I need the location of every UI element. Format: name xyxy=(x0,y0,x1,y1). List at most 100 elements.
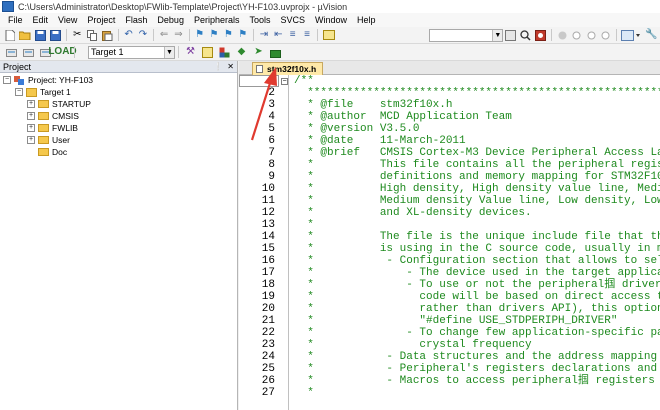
code-line[interactable]: 18 * - To use or not the peripheral掴 dri… xyxy=(239,279,660,291)
menu-flash[interactable]: Flash xyxy=(120,15,152,25)
breakpoint-kill-icon[interactable] xyxy=(586,29,596,41)
translate-icon[interactable] xyxy=(5,46,18,58)
code-line[interactable]: 23 * crystal frequency xyxy=(239,339,660,351)
chevron-down-icon[interactable]: ▼ xyxy=(164,46,174,58)
code-line[interactable]: 21 * "#define USE_STDPERIPH_DRIVER" xyxy=(239,315,660,327)
breakpoint-disable-icon[interactable] xyxy=(571,29,581,41)
line-number: 19 xyxy=(261,291,275,303)
window-layout-icon[interactable] xyxy=(621,29,641,41)
code-editor[interactable]: − 1/** 2 ********************************… xyxy=(239,75,660,410)
code-line[interactable]: 20 * rather than drivers API), this opti… xyxy=(239,303,660,315)
code-line[interactable]: 16 * - Configuration section that allows… xyxy=(239,255,660,267)
tree-group-fwlib[interactable]: + FWLIB xyxy=(27,122,78,134)
menu-help[interactable]: Help xyxy=(352,15,381,25)
pack-icon[interactable] xyxy=(269,46,282,58)
breakpoint-icon[interactable] xyxy=(557,29,567,41)
expand-icon[interactable]: + xyxy=(27,124,35,132)
code-line[interactable]: 19 * code will be based on direct access… xyxy=(239,291,660,303)
code-line[interactable]: 2 **************************************… xyxy=(239,87,660,99)
expand-icon[interactable]: + xyxy=(27,112,35,120)
manage-packs-icon[interactable] xyxy=(218,46,231,58)
download-icon[interactable]: LOAD xyxy=(48,46,76,58)
menu-view[interactable]: View xyxy=(53,15,82,25)
tab-stm32f10x-h[interactable]: stm32f10x.h xyxy=(252,62,323,75)
code-line[interactable]: 27 * xyxy=(239,387,660,399)
chevron-down-icon[interactable]: ▼ xyxy=(492,29,503,41)
uncomment-icon[interactable]: ≡ xyxy=(302,29,312,41)
redo-icon[interactable]: ↷ xyxy=(138,29,148,41)
search-icon[interactable] xyxy=(520,29,531,41)
expand-icon[interactable]: + xyxy=(27,100,35,108)
build-icon[interactable] xyxy=(22,46,35,58)
collapse-icon[interactable]: − xyxy=(3,76,11,84)
code-line[interactable]: 3 * @file stm32f10x.h xyxy=(239,99,660,111)
run-time-env-icon[interactable]: ◆ xyxy=(235,46,248,58)
debug-icon[interactable] xyxy=(535,29,547,41)
line-number: 2 xyxy=(268,87,275,99)
menu-debug[interactable]: Debug xyxy=(152,15,189,25)
code-line[interactable]: 4 * @author MCD Application Team xyxy=(239,111,660,123)
tree-group-cmsis[interactable]: + CMSIS xyxy=(27,110,79,122)
paste-icon[interactable] xyxy=(101,29,113,41)
code-line[interactable]: 5 * @version V3.5.0 xyxy=(239,123,660,135)
code-line[interactable]: 24 * - Data structures and the address m… xyxy=(239,351,660,363)
find-icon[interactable] xyxy=(505,29,517,41)
target-select[interactable]: Target 1 ▼ xyxy=(88,45,175,59)
open-icon[interactable] xyxy=(19,29,31,41)
unindent-icon[interactable]: ⇤ xyxy=(273,29,283,41)
comment-icon[interactable]: ≡ xyxy=(287,29,297,41)
menu-edit[interactable]: Edit xyxy=(28,15,54,25)
code-line[interactable]: 25 * - Peripheral's registers declaratio… xyxy=(239,363,660,375)
close-icon[interactable]: ✕ xyxy=(227,62,234,71)
line-number: 9 xyxy=(268,171,275,183)
tree-group-user[interactable]: + User xyxy=(27,134,70,146)
indent-icon[interactable]: ⇥ xyxy=(259,29,269,41)
pin-icon[interactable]: ❕ xyxy=(213,62,223,71)
expand-icon[interactable]: + xyxy=(27,136,35,144)
find-in-files-icon[interactable] xyxy=(323,29,336,41)
menu-file[interactable]: File xyxy=(3,15,28,25)
tree-group-startup[interactable]: + STARTUP xyxy=(27,98,91,110)
code-line[interactable]: 1 /** xyxy=(239,75,660,87)
find-combo[interactable]: ▼ xyxy=(429,28,504,42)
menu-svcs[interactable]: SVCS xyxy=(276,15,311,25)
copy-icon[interactable] xyxy=(86,29,98,41)
nav-forward-icon[interactable]: ⇒ xyxy=(173,29,183,41)
file-extensions-icon[interactable] xyxy=(201,46,214,58)
bookmark-icon[interactable]: ⚑ xyxy=(194,29,204,41)
save-icon[interactable] xyxy=(35,29,47,41)
code-line[interactable]: 11 * Medium density Value line, Low dens… xyxy=(239,195,660,207)
cut-icon[interactable]: ✂ xyxy=(72,29,82,41)
collapse-icon[interactable]: − xyxy=(15,88,23,96)
save-all-icon[interactable] xyxy=(50,29,62,41)
bookmark-clear-icon[interactable]: ⚑ xyxy=(238,29,248,41)
code-line[interactable]: 15 * is using in the C source code, usua… xyxy=(239,243,660,255)
code-line[interactable]: 7 * @brief CMSIS Cortex-M3 Device Periph… xyxy=(239,147,660,159)
target-options-icon[interactable]: ⚒ xyxy=(184,46,197,58)
menu-tools[interactable]: Tools xyxy=(244,15,275,25)
code-line[interactable]: 6 * @date 11-March-2011 xyxy=(239,135,660,147)
code-line[interactable]: 9 * definitions and memory mapping for S… xyxy=(239,171,660,183)
pack-installer-icon[interactable]: ➤ xyxy=(252,46,265,58)
menu-window[interactable]: Window xyxy=(310,15,352,25)
breakpoint-kill-all-icon[interactable] xyxy=(600,29,610,41)
new-file-icon[interactable] xyxy=(5,29,16,41)
config-icon[interactable]: 🔧 xyxy=(645,29,657,41)
code-line[interactable]: 8 * This file contains all the periphera… xyxy=(239,159,660,171)
bookmark-next-icon[interactable]: ⚑ xyxy=(223,29,233,41)
code-line[interactable]: 22 * - To change few application-specifi… xyxy=(239,327,660,339)
nav-back-icon[interactable]: ⇐ xyxy=(159,29,169,41)
code-line[interactable]: 12 * and XL-density devices. xyxy=(239,207,660,219)
code-line[interactable]: 13 * xyxy=(239,219,660,231)
code-line[interactable]: 14 * The file is the unique include file… xyxy=(239,231,660,243)
undo-icon[interactable]: ↶ xyxy=(123,29,133,41)
code-line[interactable]: 10 * High density, High density value li… xyxy=(239,183,660,195)
bookmark-prev-icon[interactable]: ⚑ xyxy=(209,29,219,41)
menu-peripherals[interactable]: Peripherals xyxy=(189,15,245,25)
code-line[interactable]: 26 * - Macros to access peripheral掴 regi… xyxy=(239,375,660,387)
code-line[interactable]: 17 * - The device used in the target app… xyxy=(239,267,660,279)
tree-target[interactable]: − Target 1 xyxy=(15,86,71,98)
tree-group-doc[interactable]: Doc xyxy=(38,146,67,158)
tree-project-root[interactable]: − Project: YH-F103 xyxy=(3,74,93,86)
menu-project[interactable]: Project xyxy=(82,15,120,25)
